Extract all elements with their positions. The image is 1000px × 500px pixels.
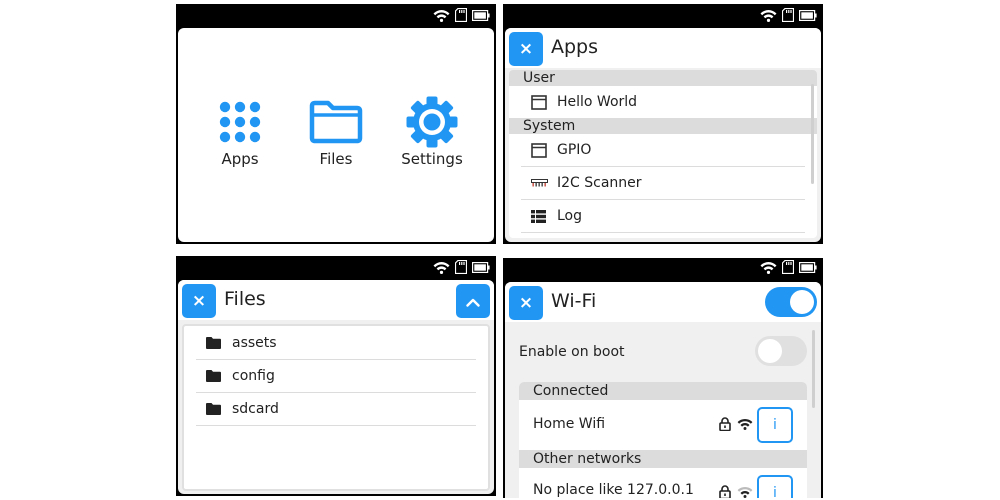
- wifi-status-icon: [760, 9, 777, 22]
- files-panel: × Files assets config sdcard: [178, 280, 494, 494]
- list-icon: [531, 209, 549, 223]
- network-name: No place like 127.0.0.1: [533, 482, 694, 498]
- apps-panel: × Apps User Hello World System GPIO I2C …: [505, 28, 821, 242]
- wifi-status-icon: [433, 9, 450, 22]
- navigate-up-button[interactable]: [456, 284, 490, 318]
- wifi-status-icon: [433, 261, 450, 274]
- chevron-up-icon: [466, 292, 480, 311]
- launcher-files-label: Files: [319, 150, 353, 168]
- wifi-panel: × Wi-Fi Enable on boot Connected Home Wi…: [505, 282, 821, 498]
- lock-icon: [719, 417, 731, 435]
- network-name: Home Wifi: [533, 416, 606, 432]
- enable-on-boot-label: Enable on boot: [519, 344, 625, 360]
- launcher-files[interactable]: Files: [305, 100, 367, 168]
- scrollbar[interactable]: [812, 330, 815, 408]
- list-item-assets[interactable]: assets: [196, 327, 476, 360]
- close-button[interactable]: ×: [182, 284, 216, 318]
- apps-grid-icon: [218, 100, 262, 144]
- folder-icon: [206, 403, 224, 415]
- list-item-gpio[interactable]: GPIO: [521, 134, 805, 167]
- sdcard-icon: [455, 8, 467, 22]
- close-icon: ×: [518, 293, 534, 313]
- launcher-settings-label: Settings: [401, 150, 463, 168]
- status-bar: [503, 4, 823, 26]
- file-list: assets config sdcard: [182, 324, 490, 491]
- battery-icon: [472, 9, 490, 21]
- network-list: Connected Home Wifi i Other networks No …: [519, 382, 807, 498]
- status-bar: [176, 256, 496, 278]
- info-icon: i: [773, 485, 777, 498]
- i2c-bus-icon: [531, 179, 549, 187]
- toggle-knob: [790, 290, 814, 314]
- folder-icon: [206, 337, 224, 349]
- info-icon: i: [773, 417, 777, 433]
- app-bar: × Apps: [505, 28, 821, 68]
- window-icon: [531, 142, 549, 158]
- sdcard-icon: [782, 260, 794, 274]
- network-info-button[interactable]: i: [757, 475, 793, 498]
- list-item-log[interactable]: Log: [521, 200, 805, 233]
- wifi-enabled-toggle[interactable]: [765, 287, 817, 317]
- sdcard-icon: [782, 8, 794, 22]
- list-item-label: Hello World: [557, 94, 638, 110]
- files-screen: × Files assets config sdcard: [176, 256, 496, 496]
- page-title: Wi-Fi: [551, 290, 597, 312]
- page-title: Apps: [551, 36, 599, 58]
- section-connected: Connected: [519, 382, 807, 400]
- section-other-networks: Other networks: [519, 450, 807, 468]
- list-item-hello-world[interactable]: Hello World: [521, 86, 805, 118]
- enable-on-boot-toggle[interactable]: [755, 336, 807, 366]
- close-icon: ×: [191, 291, 207, 311]
- list-item-label: Log: [557, 208, 583, 224]
- sdcard-icon: [455, 260, 467, 274]
- page-title: Files: [224, 288, 266, 310]
- launcher-apps[interactable]: Apps: [209, 100, 271, 168]
- scrollbar[interactable]: [811, 84, 814, 184]
- battery-icon: [799, 261, 817, 273]
- app-bar: × Wi-Fi: [505, 282, 821, 322]
- list-item-config[interactable]: config: [196, 360, 476, 393]
- list-item-label: GPIO: [557, 142, 592, 158]
- toggle-knob: [758, 339, 782, 363]
- network-row-connected[interactable]: Home Wifi i: [519, 400, 807, 450]
- section-header: User: [509, 70, 817, 86]
- list-item-label: assets: [232, 335, 277, 351]
- section-header: System: [509, 118, 817, 134]
- lock-icon: [719, 485, 731, 498]
- launcher-apps-label: Apps: [221, 150, 259, 168]
- apps-list: User Hello World System GPIO I2C Scanner: [509, 70, 817, 238]
- home-launcher: Apps Files Settings: [178, 28, 494, 242]
- wifi-status-icon: [760, 261, 777, 274]
- app-bar: × Files: [178, 280, 494, 320]
- wifi-signal-icon: [737, 486, 753, 498]
- close-button[interactable]: ×: [509, 32, 543, 66]
- close-button[interactable]: ×: [509, 286, 543, 320]
- list-item-sdcard[interactable]: sdcard: [196, 393, 476, 426]
- status-bar: [503, 258, 823, 280]
- list-item-label: I2C Scanner: [557, 175, 642, 191]
- list-item-label: config: [232, 368, 275, 384]
- folder-icon: [206, 370, 224, 382]
- network-row-other[interactable]: No place like 127.0.0.1 i: [519, 468, 807, 498]
- home-screen: Apps Files Settings: [176, 4, 496, 244]
- folder-icon: [309, 100, 363, 144]
- gear-icon: [405, 96, 459, 148]
- launcher-settings[interactable]: Settings: [401, 96, 463, 168]
- apps-screen: × Apps User Hello World System GPIO I2C …: [503, 4, 823, 244]
- wifi-screen: × Wi-Fi Enable on boot Connected Home Wi…: [503, 258, 823, 498]
- battery-icon: [472, 261, 490, 273]
- close-icon: ×: [518, 39, 534, 59]
- window-icon: [531, 94, 549, 110]
- network-info-button[interactable]: i: [757, 407, 793, 443]
- list-item-i2c-scanner[interactable]: I2C Scanner: [521, 167, 805, 200]
- status-bar: [176, 4, 496, 26]
- battery-icon: [799, 9, 817, 21]
- list-item-label: sdcard: [232, 401, 279, 417]
- wifi-signal-icon: [737, 418, 753, 434]
